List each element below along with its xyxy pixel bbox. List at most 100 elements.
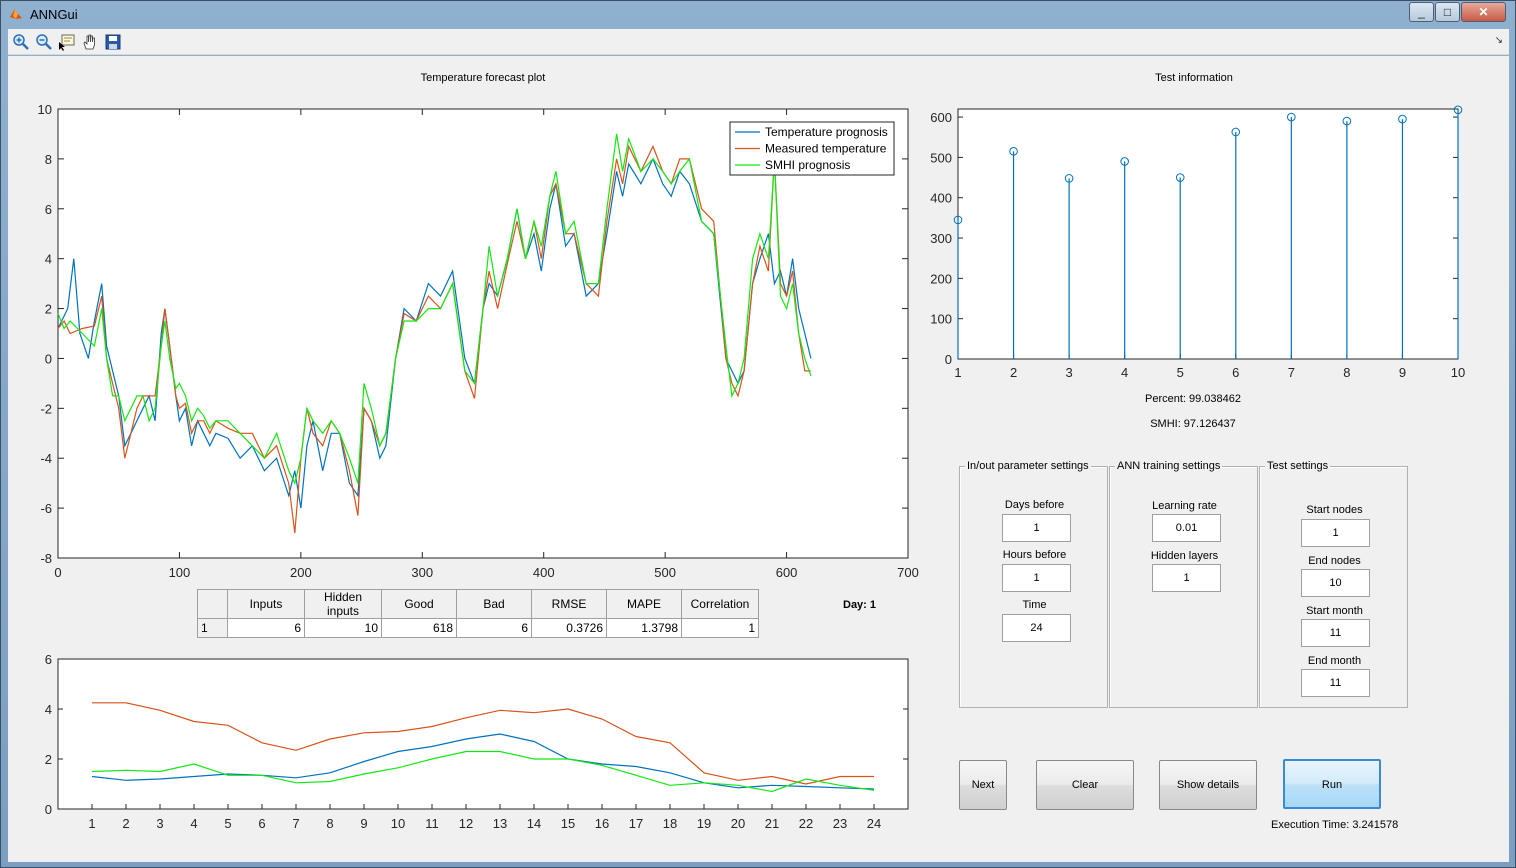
- matlab-icon: [10, 9, 22, 19]
- y-tick-label: 4: [45, 702, 52, 717]
- plot-area: [57, 108, 909, 559]
- next-button[interactable]: Next: [959, 760, 1007, 810]
- x-tick-label: 9: [1399, 365, 1406, 380]
- plot-area: [957, 108, 1459, 360]
- start-month-input[interactable]: 11: [1301, 619, 1370, 647]
- end-nodes-input[interactable]: 10: [1301, 569, 1370, 597]
- start-nodes-input[interactable]: 1: [1301, 519, 1370, 547]
- title-bar[interactable]: ANNGui _ □ ✕: [1, 1, 1515, 29]
- y-tick-label: 6: [45, 202, 52, 217]
- start-month-label: Start month: [1306, 605, 1363, 617]
- x-tick-label: 13: [493, 816, 507, 831]
- x-tick-label: 17: [629, 816, 643, 831]
- table-cell[interactable]: 1: [681, 618, 759, 638]
- row-number-cell: 1: [197, 618, 228, 638]
- show-details-button[interactable]: Show details: [1159, 760, 1257, 810]
- y-tick-label: 500: [930, 150, 952, 165]
- run-button[interactable]: Run: [1283, 759, 1381, 809]
- y-tick-label: -2: [40, 401, 52, 416]
- dock-arrow-icon[interactable]: ↘: [1495, 35, 1503, 46]
- x-tick-label: 500: [654, 565, 676, 580]
- x-tick-label: 8: [326, 816, 333, 831]
- x-tick-label: 6: [1232, 365, 1239, 380]
- stats-table[interactable]: Inputs Hidden inputs Good Bad RMSE MAPE …: [197, 589, 759, 638]
- time-label: Time: [1022, 599, 1047, 611]
- legend-entry: SMHI prognosis: [765, 158, 850, 172]
- day-label: Day: 1: [843, 599, 877, 611]
- test-info-title: Test information: [1155, 72, 1233, 84]
- y-tick-label: 4: [45, 252, 52, 267]
- y-tick-label: 6: [45, 652, 52, 667]
- hourly-error-chart[interactable]: 1 2 3 4 5 6 7 8 9 10 11 12 13 14 15 16 17 18 19 20 21 22 23 240…: [28, 651, 928, 841]
- save-icon[interactable]: [104, 33, 122, 51]
- y-tick-label: 0: [45, 802, 52, 817]
- x-tick-label: 0: [54, 565, 61, 580]
- y-tick-label: 200: [930, 271, 952, 286]
- y-tick-label: 0: [945, 352, 952, 367]
- x-tick-label: 24: [867, 816, 881, 831]
- end-month-label: End month: [1307, 655, 1362, 667]
- x-tick-label: 1: [954, 365, 961, 380]
- x-tick-label: 12: [459, 816, 473, 831]
- temperature-forecast-chart[interactable]: 0 100 200 300 400 500 600 700 -8 -6 -4 -2 0 2 4 6 8 10 Te…: [28, 101, 928, 591]
- x-tick-label: 23: [833, 816, 847, 831]
- column-header: RMSE: [531, 589, 607, 619]
- y-tick-label: 8: [45, 152, 52, 167]
- y-tick-label: -8: [40, 551, 52, 566]
- table-cell[interactable]: 0.3726: [531, 618, 607, 638]
- figure-toolbar: ↘: [8, 29, 1509, 55]
- table-cell[interactable]: 6: [456, 618, 532, 638]
- panel-title: In/out parameter settings: [965, 460, 1091, 472]
- table-cell[interactable]: 618: [381, 618, 457, 638]
- column-header: Hidden inputs: [304, 589, 382, 619]
- maximize-button[interactable]: □: [1435, 2, 1460, 22]
- x-tick-label: 21: [765, 816, 779, 831]
- time-input[interactable]: 24: [1002, 614, 1071, 642]
- table-cell[interactable]: 1.3798: [606, 618, 682, 638]
- y-tick-label: 400: [930, 191, 952, 206]
- x-tick-label: 5: [224, 816, 231, 831]
- x-tick-label: 2: [1010, 365, 1017, 380]
- end-month-input[interactable]: 11: [1301, 669, 1370, 697]
- x-tick-label: 1: [88, 816, 95, 831]
- hours-before-input[interactable]: 1: [1002, 564, 1071, 592]
- y-tick-label: 0: [45, 351, 52, 366]
- percent-label: Percent: 99.038462: [1144, 393, 1242, 405]
- x-tick-label: 3: [1065, 365, 1072, 380]
- table-cell[interactable]: 6: [227, 618, 305, 638]
- x-tick-label: 14: [527, 816, 541, 831]
- test-results-stem-chart[interactable]: 1 2 3 4 5 6 7 8 9 100100200300400500600: [918, 101, 1483, 386]
- legend-entry: Temperature prognosis: [765, 125, 888, 139]
- learning-rate-input[interactable]: 0.01: [1152, 514, 1221, 542]
- execution-time-label: Execution Time: 3.241578: [1271, 819, 1399, 831]
- zoom-in-icon[interactable]: [12, 33, 30, 51]
- pan-hand-icon[interactable]: [81, 33, 99, 51]
- x-tick-label: 100: [169, 565, 191, 580]
- end-nodes-label: End nodes: [1308, 555, 1361, 567]
- smhi-label: SMHI: 97.126437: [1150, 418, 1236, 430]
- chart-legend: Temperature prognosis Measured temperatur…: [729, 121, 895, 176]
- clear-button[interactable]: Clear: [1036, 760, 1134, 810]
- x-tick-label: 7: [292, 816, 299, 831]
- column-header: Good: [381, 589, 457, 619]
- x-tick-label: 18: [663, 816, 677, 831]
- x-tick-label: 2: [122, 816, 129, 831]
- plot-area: [57, 658, 909, 810]
- x-tick-label: 3: [156, 816, 163, 831]
- ann-training-settings-panel: ANN training settings Learning rate 0.01…: [1109, 460, 1258, 708]
- days-before-input[interactable]: 1: [1002, 514, 1071, 542]
- column-header: Correlation: [681, 589, 759, 619]
- x-tick-label: 200: [290, 565, 312, 580]
- table-row[interactable]: 1 6 10 618 6 0.3726 1.3798 1: [197, 618, 759, 638]
- y-tick-label: 2: [45, 752, 52, 767]
- x-tick-label: 22: [799, 816, 813, 831]
- y-tick-label: 2: [45, 302, 52, 317]
- zoom-out-icon[interactable]: [35, 33, 53, 51]
- minimize-button[interactable]: _: [1409, 2, 1434, 22]
- days-before-label: Days before: [1004, 499, 1065, 511]
- close-button[interactable]: ✕: [1461, 2, 1506, 22]
- table-cell[interactable]: 10: [304, 618, 382, 638]
- data-cursor-icon[interactable]: [58, 33, 76, 51]
- hidden-layers-input[interactable]: 1: [1152, 564, 1221, 592]
- x-tick-label: 8: [1343, 365, 1350, 380]
